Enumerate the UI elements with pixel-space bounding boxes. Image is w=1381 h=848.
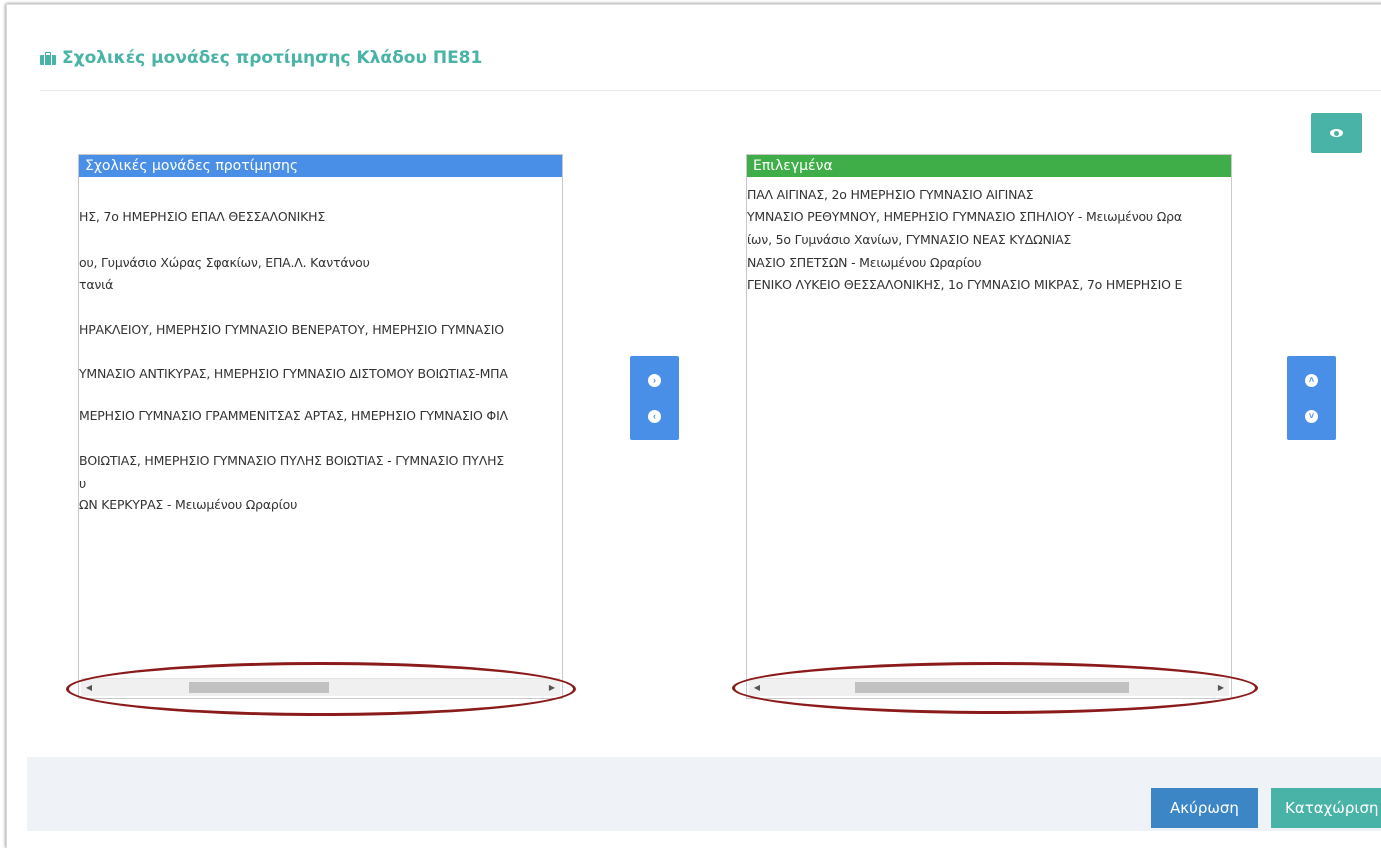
list-item[interactable]: ΩΝ ΚΕΡΚΥΡΑΣ - Μειωμένου Ωραρίου bbox=[79, 497, 297, 512]
cancel-button[interactable]: Ακύρωση bbox=[1151, 788, 1258, 828]
selected-schools-header: Επιλεγμένα bbox=[747, 155, 1231, 177]
modal-title-text: Σχολικές μονάδες προτίμησης Κλάδου ΠΕ81 bbox=[62, 48, 483, 68]
submit-button[interactable]: Καταχώριση bbox=[1271, 788, 1381, 828]
scroll-right-icon[interactable]: ▶ bbox=[1213, 679, 1229, 696]
list-item[interactable]: ΥΜΝΑΣΙΟ ΡΕΘΥΜΝΟΥ, ΗΜΕΡΗΣΙΟ ΓΥΜΝΑΣΙΟ ΣΠΗΛ… bbox=[747, 209, 1182, 224]
available-schools-header: Σχολικές μονάδες προτίμησης bbox=[79, 155, 562, 177]
scroll-right-icon[interactable]: ▶ bbox=[544, 679, 560, 696]
chevron-down-icon[interactable]: ˅ bbox=[1305, 409, 1318, 423]
list-item[interactable]: ΗΡΑΚΛΕΙΟΥ, ΗΜΕΡΗΣΙΟ ΓΥΜΝΑΣΙΟ ΒΕΝΕΡΑΤΟΥ, … bbox=[79, 322, 504, 337]
list-item[interactable]: ίων, 5ο Γυμνάσιο Χανίων, ΓΥΜΝΑΣΙΟ ΝΕΑΣ Κ… bbox=[747, 232, 1071, 247]
list-item[interactable]: ου, Γυμνάσιο Χώρας Σφακίων, ΕΠΑ.Λ. Καντά… bbox=[79, 255, 370, 270]
reorder-buttons: ˄ ˅ bbox=[1287, 356, 1336, 440]
list-item[interactable]: ΠΑΛ ΑΙΓΙΝΑΣ, 2ο ΗΜΕΡΗΣΙΟ ΓΥΜΝΑΣΙΟ ΑΙΓΙΝΑ… bbox=[747, 187, 1033, 202]
list-item[interactable]: ΓΕΝΙΚΟ ΛΥΚΕΙΟ ΘΕΣΣΑΛΟΝΙΚΗΣ, 1ο ΓΥΜΝΑΣΙΟ … bbox=[747, 277, 1182, 292]
selected-schools-list[interactable]: Επιλεγμένα ΠΑΛ ΑΙΓΙΝΑΣ, 2ο ΗΜΕΡΗΣΙΟ ΓΥΜΝ… bbox=[746, 154, 1232, 699]
list-item[interactable]: ΝΑΣΙΟ ΣΠΕΤΣΩΝ - Μειωμένου Ωραρίου bbox=[747, 255, 982, 270]
scroll-left-icon[interactable]: ◀ bbox=[749, 679, 765, 696]
list-item[interactable]: ΥΜΝΑΣΙΟ ΑΝΤΙΚΥΡΑΣ, ΗΜΕΡΗΣΙΟ ΓΥΜΝΑΣΙΟ ΔΙΣ… bbox=[79, 366, 508, 381]
selected-schools-rows: ΠΑΛ ΑΙΓΙΝΑΣ, 2ο ΗΜΕΡΗΣΙΟ ΓΥΜΝΑΣΙΟ ΑΙΓΙΝΑ… bbox=[747, 177, 1231, 678]
modal-title: Σχολικές μονάδες προτίμησης Κλάδου ΠΕ81 bbox=[40, 44, 482, 72]
list-item[interactable]: ΒΟΙΩΤΙΑΣ, ΗΜΕΡΗΣΙΟ ΓΥΜΝΑΣΙΟ ΠΥΛΗΣ ΒΟΙΩΤΙ… bbox=[79, 453, 504, 468]
horizontal-scrollbar[interactable]: ◀ ▶ bbox=[81, 678, 560, 696]
available-schools-list[interactable]: Σχολικές μονάδες προτίμησης ΗΣ, 7ο ΗΜΕΡΗ… bbox=[78, 154, 563, 699]
briefcase-icon bbox=[40, 51, 56, 65]
scroll-left-icon[interactable]: ◀ bbox=[81, 679, 97, 696]
chevron-up-icon[interactable]: ˄ bbox=[1305, 373, 1318, 387]
scrollbar-thumb[interactable] bbox=[189, 682, 329, 693]
horizontal-scrollbar[interactable]: ◀ ▶ bbox=[749, 678, 1229, 696]
scrollbar-thumb[interactable] bbox=[855, 682, 1129, 693]
list-item[interactable]: τανιά bbox=[79, 277, 113, 292]
move-buttons: › ‹ bbox=[630, 356, 679, 440]
list-item[interactable]: ΗΣ, 7ο ΗΜΕΡΗΣΙΟ ΕΠΑΛ ΘΕΣΣΑΛΟΝΙΚΗΣ bbox=[79, 209, 325, 224]
list-item[interactable]: ΜΕΡΗΣΙΟ ΓΥΜΝΑΣΙΟ ΓΡΑΜΜΕΝΙΤΣΑΣ ΑΡΤΑΣ, ΗΜΕ… bbox=[79, 408, 508, 423]
title-divider bbox=[40, 90, 1381, 91]
chevron-left-icon[interactable]: ‹ bbox=[648, 409, 661, 423]
chevron-right-icon[interactable]: › bbox=[648, 373, 661, 387]
preview-button[interactable] bbox=[1311, 113, 1362, 153]
list-item[interactable]: υ bbox=[79, 476, 86, 491]
available-schools-rows: ΗΣ, 7ο ΗΜΕΡΗΣΙΟ ΕΠΑΛ ΘΕΣΣΑΛΟΝΙΚΗΣ ου, Γυμ… bbox=[79, 177, 562, 678]
eye-icon bbox=[1330, 129, 1343, 137]
